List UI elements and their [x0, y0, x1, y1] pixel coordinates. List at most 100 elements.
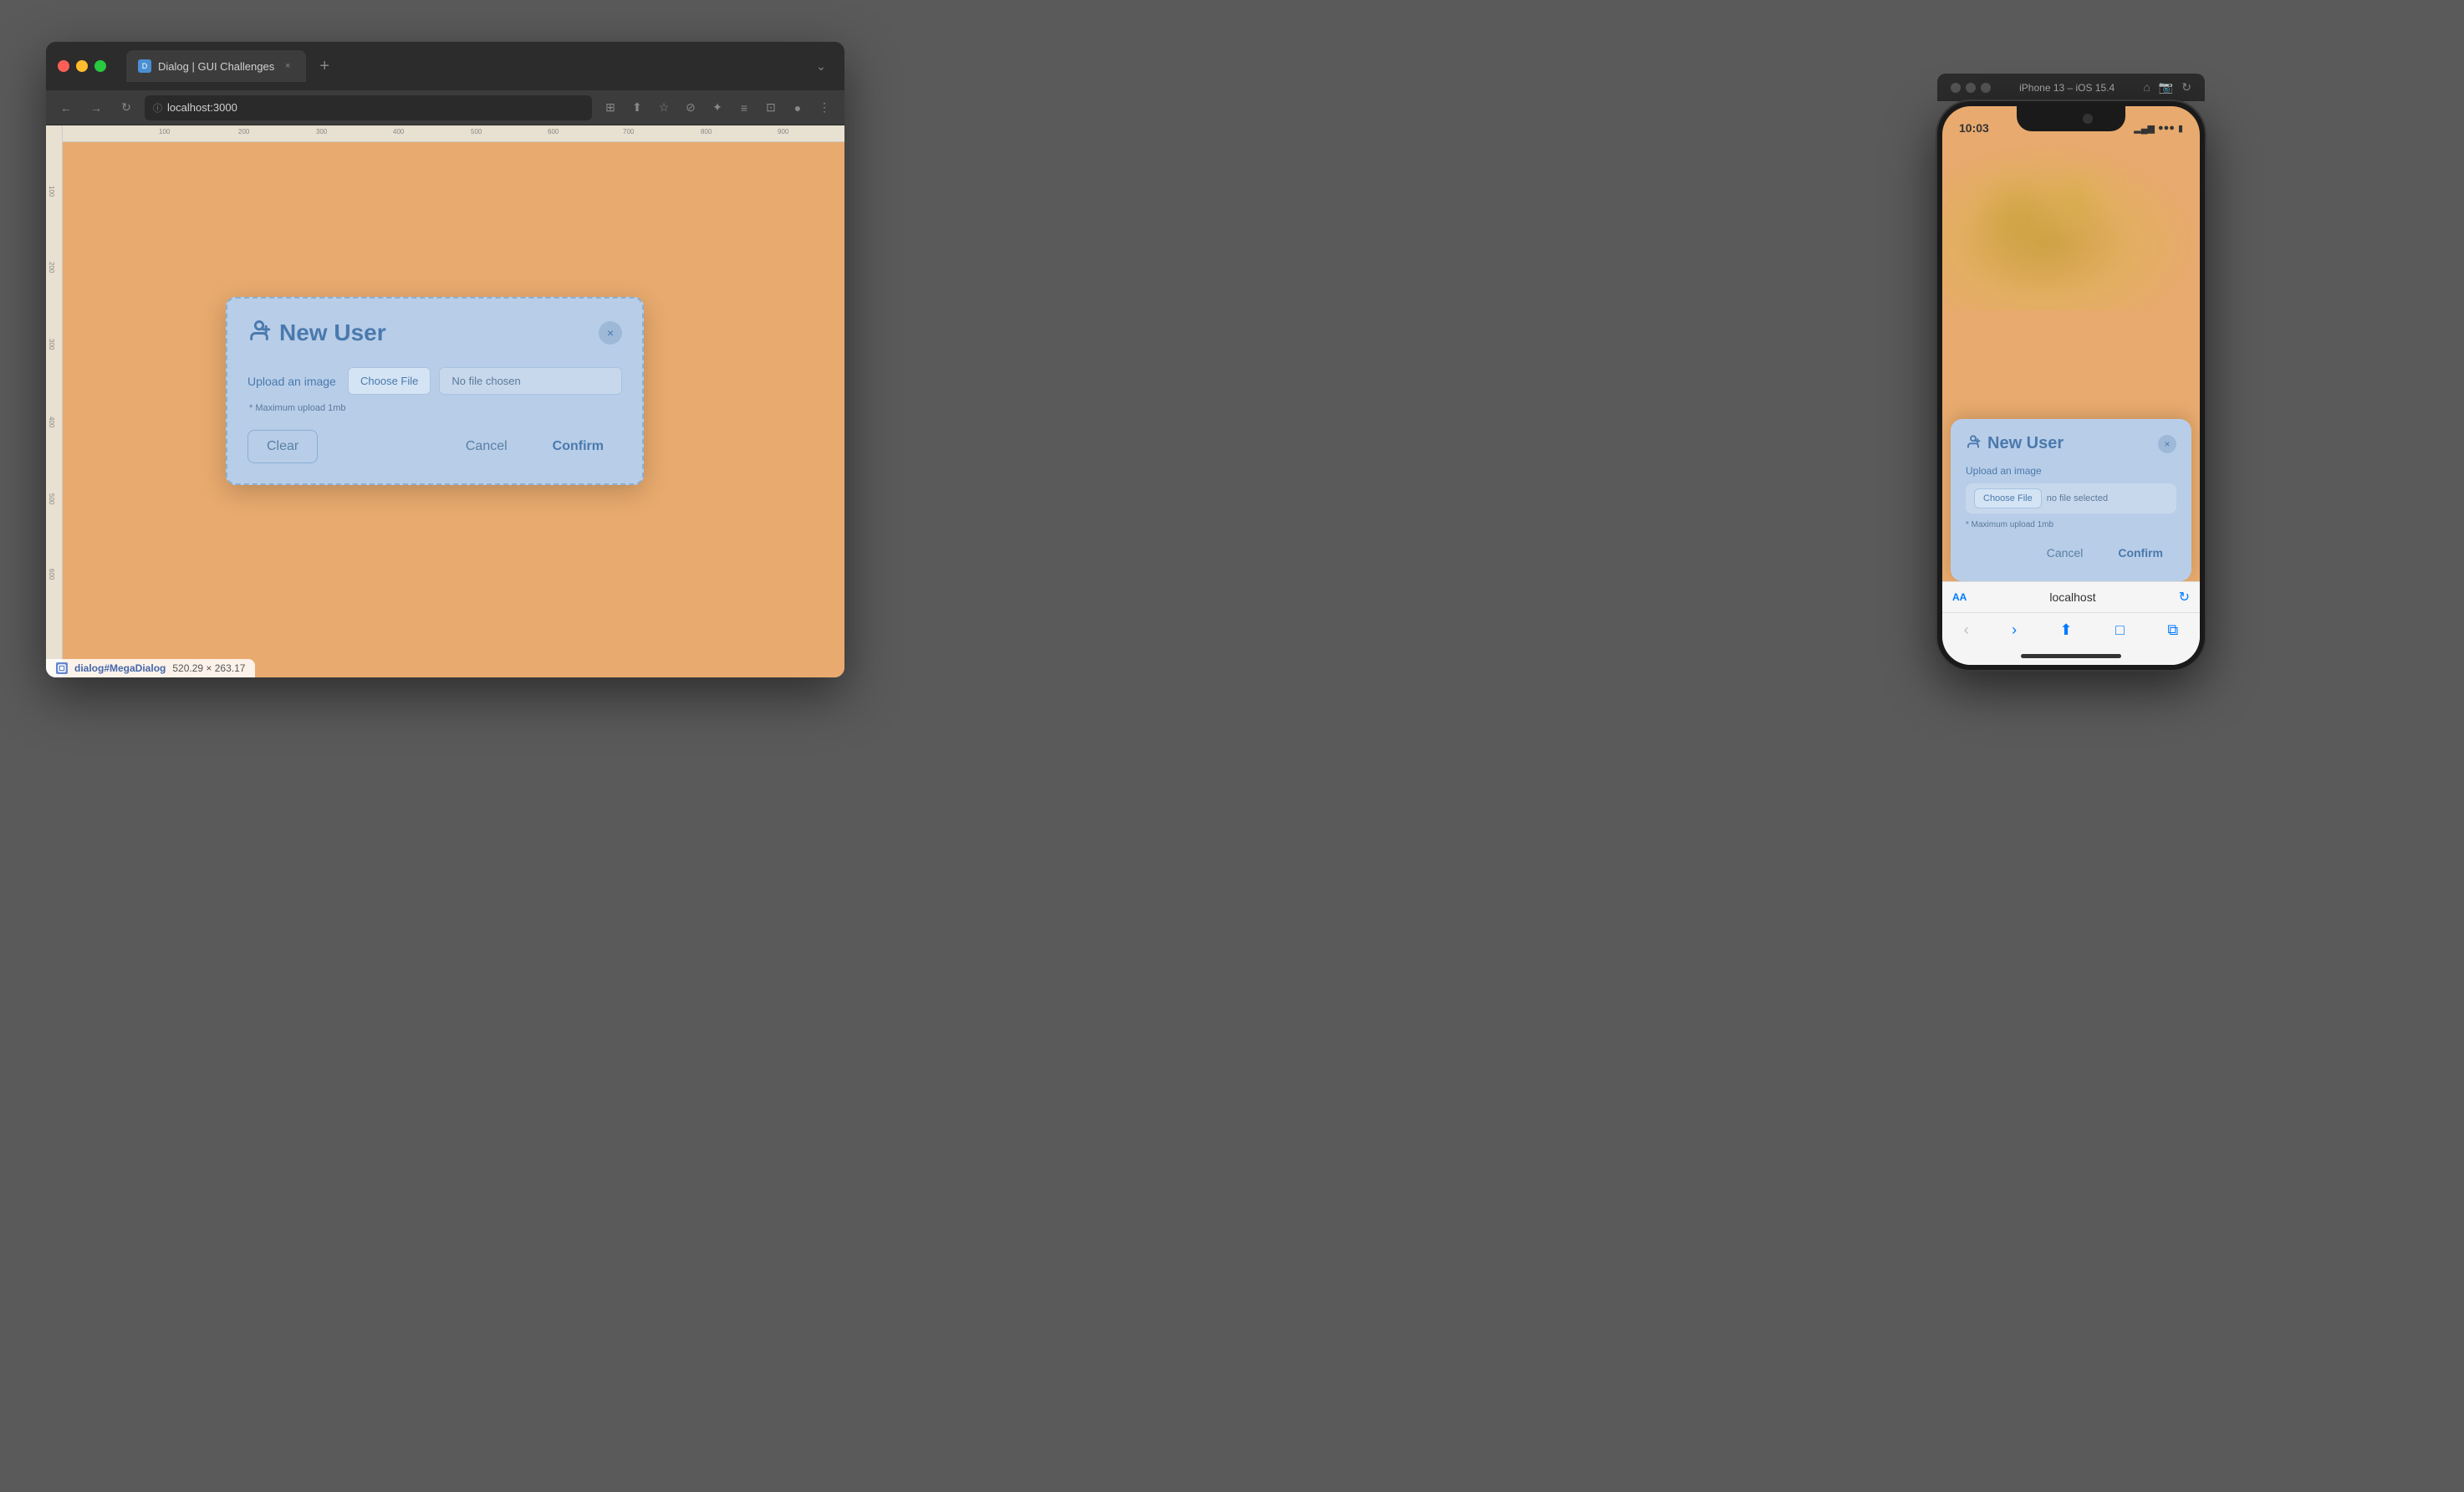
main-dialog: New User × Upload an image Choose File N… [226, 297, 644, 485]
iphone-rotate-icon[interactable]: ↻ [2181, 80, 2191, 95]
more-icon[interactable]: ⋮ [813, 96, 836, 120]
wifi-icon: ▂▄▆ [2134, 123, 2155, 134]
safari-forward-button[interactable]: › [2003, 618, 2025, 642]
ruler-mark-400: 400 [393, 128, 404, 135]
mobile-user-add-icon [1966, 434, 1981, 453]
external-link-icon[interactable]: ⊞ [599, 96, 622, 120]
safari-tabs-button[interactable]: ⧉ [2159, 618, 2186, 642]
ruler-left-mark-400: 400 [48, 416, 55, 427]
battery-icon: ▮ [2178, 123, 2183, 134]
browser-tab[interactable]: D Dialog | GUI Challenges × [126, 50, 306, 82]
window-more-button[interactable]: ⌄ [809, 54, 833, 78]
ruler-mark-800: 800 [701, 128, 712, 135]
bookmark-icon[interactable]: ☆ [652, 96, 676, 120]
ruler-left-mark-600: 600 [48, 569, 55, 580]
mobile-dialog: New User × Upload an image Choose File n… [1951, 419, 2191, 581]
iphone-home-btn-icon[interactable]: ⌂ [2143, 80, 2150, 95]
choose-file-button[interactable]: Choose File [348, 367, 431, 395]
ruler-mark-500: 500 [471, 128, 482, 135]
iphone-title: iPhone 13 – iOS 15.4 [2019, 82, 2115, 94]
mobile-file-name: no file selected [2047, 493, 2108, 503]
mobile-confirm-button[interactable]: Confirm [2104, 539, 2176, 566]
safari-share-button[interactable]: ⬆ [2052, 618, 2081, 642]
upload-row: Upload an image Choose File No file chos… [247, 367, 622, 395]
user-add-icon [247, 319, 271, 347]
mobile-choose-file-button[interactable]: Choose File [1974, 488, 2042, 508]
element-indicator-icon [56, 662, 68, 674]
toolbar-icons: ⊞ ⬆ ☆ ⊘ ✦ ≡ ⊡ ● ⋮ [599, 96, 836, 120]
ruler-left-mark-200: 200 [48, 262, 55, 273]
browser-tab-bar: D Dialog | GUI Challenges × + [126, 50, 336, 82]
iphone-safari-bar: AA localhost ↻ ‹ › ⬆ □ ⧉ [1942, 581, 2200, 665]
tab-close-button[interactable]: × [281, 59, 294, 73]
dialog-close-button[interactable]: × [599, 321, 622, 345]
tab-favicon: D [138, 59, 151, 73]
ruler-mark-600: 600 [548, 128, 559, 135]
browser-window: D Dialog | GUI Challenges × + ⌄ ← → ↻ ⓘ … [46, 42, 844, 677]
extension-icon[interactable]: ✦ [706, 96, 729, 120]
ruler-mark-300: 300 [316, 128, 327, 135]
iphone-camera [2083, 114, 2093, 124]
clear-button[interactable]: Clear [247, 430, 318, 463]
ruler-mark-900: 900 [778, 128, 788, 135]
ruler-mark-100: 100 [159, 128, 170, 135]
security-icon: ⓘ [153, 101, 162, 115]
iphone-screenshot-icon[interactable]: 📷 [2159, 80, 2173, 95]
safari-bookmarks-button[interactable]: □ [2107, 618, 2133, 642]
forward-button[interactable]: → [84, 96, 108, 120]
minimize-traffic-light[interactable] [76, 60, 88, 72]
mobile-dialog-header: New User × [1966, 434, 2176, 453]
back-button[interactable]: ← [54, 96, 78, 120]
iphone-maximize-light[interactable] [1981, 83, 1991, 93]
dialog-title: New User [279, 319, 386, 346]
share-icon[interactable]: ⬆ [625, 96, 649, 120]
shield-icon[interactable]: ⊘ [679, 96, 702, 120]
safari-aa-button[interactable]: AA [1952, 591, 1967, 603]
mobile-dialog-title-area: New User [1966, 434, 2064, 453]
tab-overview-icon[interactable]: ⊡ [759, 96, 783, 120]
new-tab-button[interactable]: + [313, 54, 336, 78]
safari-refresh-button[interactable]: ↻ [2179, 589, 2190, 605]
iphone-container: iPhone 13 – iOS 15.4 ⌂ 📷 ↻ 10:03 ▂▄▆ ●●●… [1937, 74, 2205, 670]
mobile-dialog-footer: Cancel Confirm [1966, 539, 2176, 566]
iphone-device: 10:03 ▂▄▆ ●●● ▮ [1937, 101, 2205, 670]
iphone-close-light[interactable] [1951, 83, 1961, 93]
iphone-home-indicator [2021, 654, 2121, 658]
iphone-minimize-light[interactable] [1966, 83, 1976, 93]
mobile-upload-label: Upload an image [1966, 465, 2176, 477]
close-traffic-light[interactable] [58, 60, 69, 72]
cancel-button[interactable]: Cancel [447, 431, 526, 462]
profile-icon[interactable]: ● [786, 96, 809, 120]
address-bar[interactable]: ⓘ localhost:3000 [145, 95, 592, 120]
iphone-titlebar: iPhone 13 – iOS 15.4 ⌂ 📷 ↻ [1937, 74, 2205, 101]
iphone-background-image [1942, 143, 2200, 310]
list-icon[interactable]: ≡ [732, 96, 756, 120]
iphone-content: New User × Upload an image Choose File n… [1942, 143, 2200, 581]
page-content: New User × Upload an image Choose File N… [63, 142, 844, 677]
safari-url-bar: AA localhost ↻ [1942, 582, 2200, 613]
dialog-header: New User × [247, 319, 622, 347]
dialog-body: Upload an image Choose File No file chos… [247, 367, 622, 413]
button-group: Cancel Confirm [447, 431, 622, 462]
mobile-dialog-close-button[interactable]: × [2158, 435, 2176, 453]
browser-toolbar: ← → ↻ ⓘ localhost:3000 ⊞ ⬆ ☆ ⊘ ✦ ≡ ⊡ ● ⋮ [46, 90, 844, 125]
mobile-cancel-button[interactable]: Cancel [2033, 539, 2097, 566]
browser-status-bar: dialog#MegaDialog 520.29 × 263.17 [46, 659, 255, 677]
iphone-time: 10:03 [1959, 121, 1989, 135]
traffic-lights [58, 60, 106, 72]
refresh-button[interactable]: ↻ [115, 96, 138, 120]
ruler-mark-200: 200 [238, 128, 249, 135]
confirm-button[interactable]: Confirm [534, 431, 622, 462]
signal-icon: ●●● [2158, 123, 2175, 133]
ruler-left-mark-100: 100 [48, 186, 55, 197]
safari-url-display[interactable]: localhost [1973, 590, 2171, 604]
ruler-left-mark-500: 500 [48, 493, 55, 504]
ruler-left: 100 200 300 400 500 600 [46, 125, 63, 677]
maximize-traffic-light[interactable] [94, 60, 106, 72]
element-label: dialog#MegaDialog [74, 662, 166, 674]
safari-back-button[interactable]: ‹ [1956, 618, 1977, 642]
ruler-mark-700: 700 [623, 128, 634, 135]
ruler-top: 100 200 300 400 500 600 700 800 900 [46, 125, 844, 142]
tab-label: Dialog | GUI Challenges [158, 60, 274, 73]
browser-titlebar: D Dialog | GUI Challenges × + ⌄ [46, 42, 844, 90]
